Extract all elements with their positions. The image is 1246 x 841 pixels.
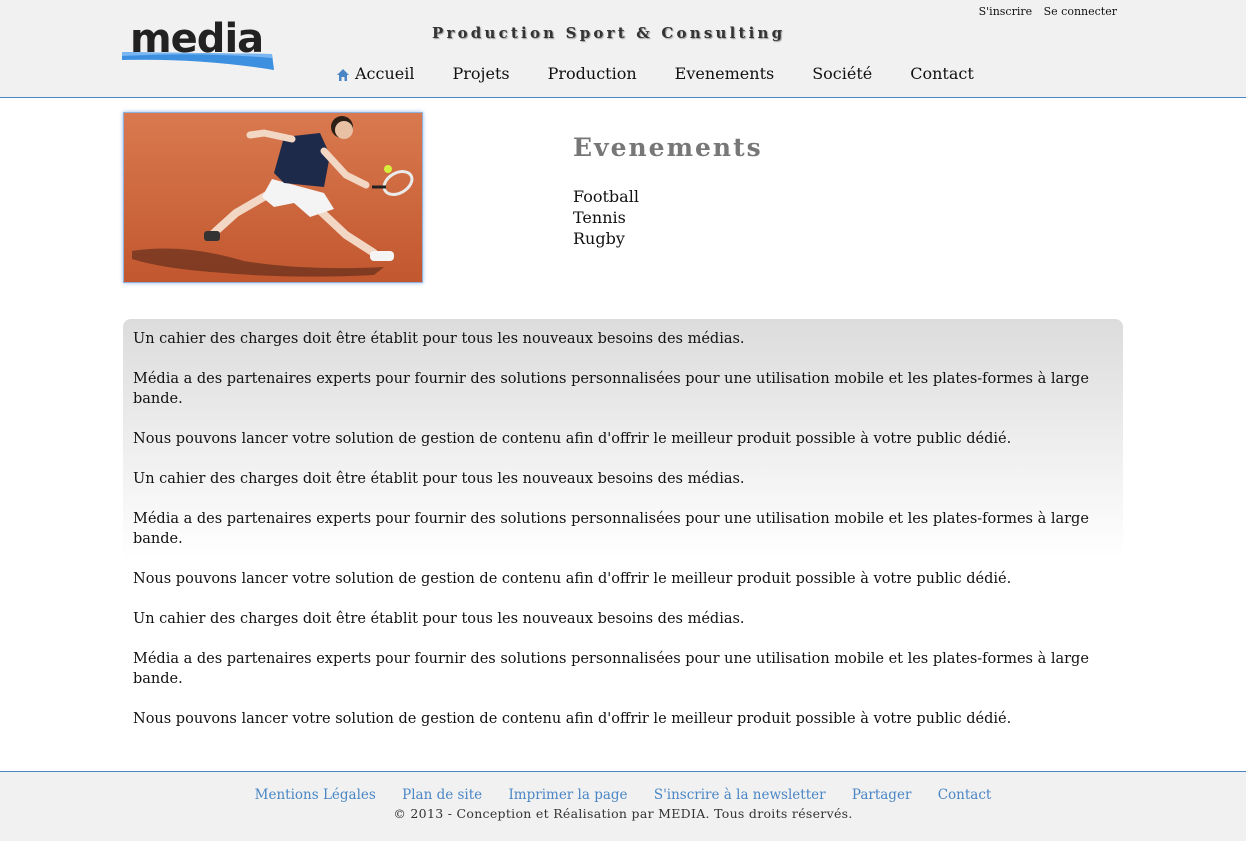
paragraph: Un cahier des charges doit être établit … — [133, 331, 745, 347]
events-list: Football Tennis Rugby — [573, 186, 639, 249]
site-header: media Production Sport & Consulting S'in… — [0, 0, 1246, 98]
section-title: Evenements — [573, 133, 763, 162]
footer-link-imprimer[interactable]: Imprimer la page — [508, 787, 627, 803]
main-nav: Accueil Projets Production Evenements So… — [336, 64, 1012, 83]
paragraph: Nous pouvons lancer votre solution de ge… — [133, 571, 1012, 587]
list-item: Football — [573, 187, 639, 206]
footer-link-partager[interactable]: Partager — [852, 787, 912, 803]
paragraph: Média a des partenaires experts pour fou… — [133, 371, 1089, 407]
paragraph: Nous pouvons lancer votre solution de ge… — [133, 431, 1012, 447]
paragraph: Nous pouvons lancer votre solution de ge… — [133, 711, 1012, 727]
site-footer: Mentions Légales Plan de site Imprimer l… — [0, 771, 1246, 841]
nav-item-evenements[interactable]: Evenements — [675, 64, 775, 83]
tennis-player-photo — [123, 112, 423, 283]
paragraph: Média a des partenaires experts pour fou… — [133, 651, 1089, 687]
media-logo[interactable]: media — [120, 12, 276, 74]
logo-wordmark: media — [130, 16, 263, 62]
list-item: Rugby — [573, 229, 625, 248]
nav-item-production[interactable]: Production — [548, 64, 637, 83]
login-link[interactable]: Se connecter — [1044, 5, 1117, 18]
home-icon — [336, 67, 350, 81]
footer-link-mentions[interactable]: Mentions Légales — [255, 787, 376, 803]
footer-link-contact[interactable]: Contact — [938, 787, 992, 803]
signup-link[interactable]: S'inscrire — [979, 5, 1033, 18]
footer-link-newsletter[interactable]: S'inscrire à la newsletter — [654, 787, 826, 803]
auth-links: S'inscrire Se connecter — [971, 5, 1117, 18]
content-panel: Un cahier des charges doit être établit … — [123, 319, 1123, 749]
paragraph: Média a des partenaires experts pour fou… — [133, 511, 1089, 547]
footer-links: Mentions Légales Plan de site Imprimer l… — [0, 787, 1246, 803]
nav-item-contact[interactable]: Contact — [910, 64, 974, 83]
paragraph: Un cahier des charges doit être établit … — [133, 611, 745, 627]
nav-label-accueil: Accueil — [355, 64, 415, 83]
nav-item-accueil[interactable]: Accueil — [336, 64, 414, 83]
copyright: © 2013 - Conception et Réalisation par M… — [393, 806, 853, 821]
site-tagline: Production Sport & Consulting — [432, 24, 786, 42]
nav-item-societe[interactable]: Société — [812, 64, 872, 83]
paragraph: Un cahier des charges doit être établit … — [133, 471, 745, 487]
footer-link-plan[interactable]: Plan de site — [402, 787, 482, 803]
list-item: Tennis — [573, 208, 626, 227]
nav-item-projets[interactable]: Projets — [452, 64, 509, 83]
